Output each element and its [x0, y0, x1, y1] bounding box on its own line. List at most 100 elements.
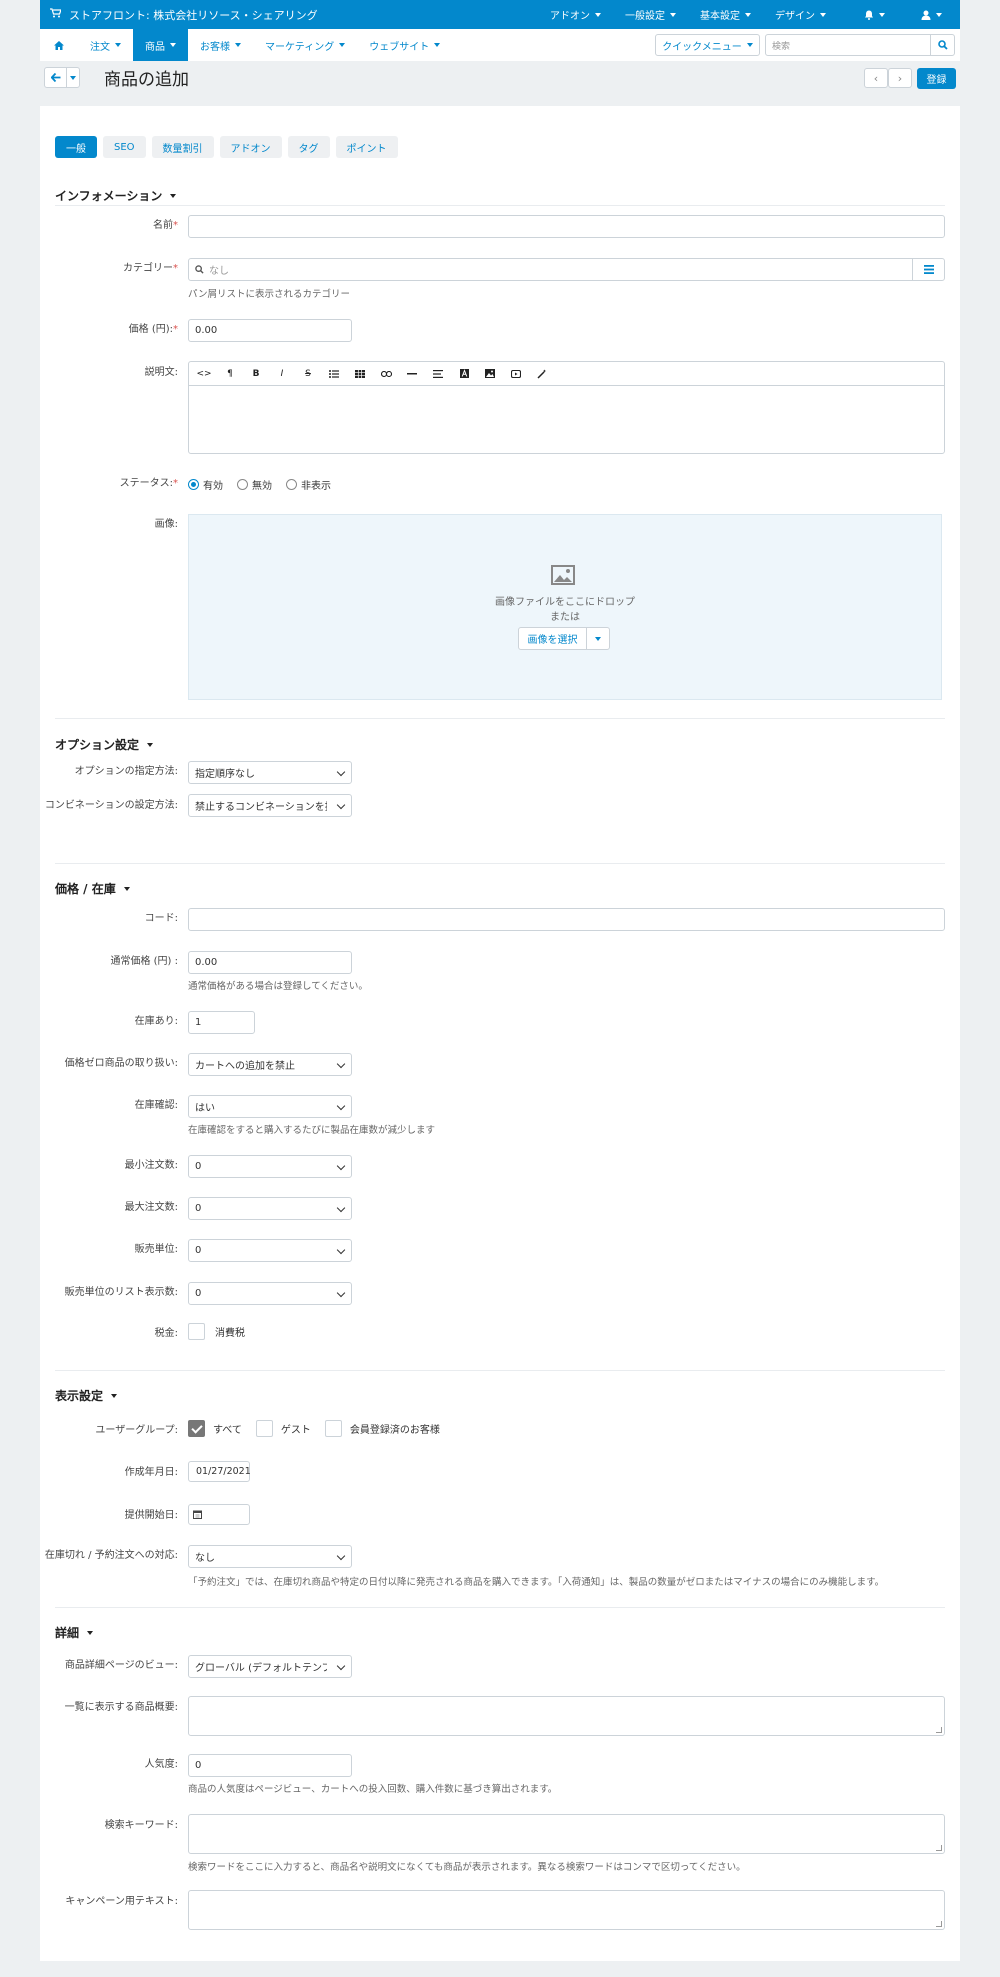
qty-step-select[interactable]: 0	[188, 1239, 352, 1262]
list-price-input[interactable]: 0.00	[188, 951, 352, 974]
chevron-down-icon	[936, 12, 942, 17]
in-stock-input[interactable]: 1	[188, 1011, 255, 1034]
nav-orders[interactable]: 注文	[78, 29, 133, 61]
status-active-radio[interactable]: 有効	[188, 477, 223, 492]
chevron-down-icon	[336, 800, 346, 810]
bullet-list-icon[interactable]	[323, 365, 345, 383]
quick-menu-button[interactable]: クイックメニュー	[655, 34, 760, 56]
bold-icon[interactable]: B	[245, 365, 267, 383]
drop-text: 画像ファイルをここにドロップ	[495, 597, 635, 608]
prev-button[interactable]: ‹	[864, 68, 888, 88]
out-of-stock-select[interactable]: なし	[188, 1545, 352, 1568]
next-button[interactable]: ›	[888, 68, 912, 88]
price-input[interactable]: 0.00	[188, 319, 352, 342]
link-icon[interactable]	[375, 365, 397, 383]
out-of-stock-hint: 「予約注文」では、在庫切れ商品や特定の日付以降に発売される商品を購入できます。「…	[188, 1577, 885, 1588]
topbar-basic-settings[interactable]: 基本設定	[688, 0, 763, 29]
popularity-input[interactable]: 0	[188, 1754, 352, 1777]
section-options-toggle[interactable]: オプション設定	[55, 736, 154, 753]
save-button[interactable]: 登録	[917, 68, 956, 89]
zero-price-select[interactable]: カートへの追加を禁止	[188, 1053, 352, 1076]
nav-website[interactable]: ウェブサイト	[357, 29, 452, 61]
topbar-general-settings[interactable]: 一般設定	[613, 0, 688, 29]
notifications-button[interactable]	[846, 0, 903, 29]
chevron-down-icon	[336, 1161, 346, 1171]
category-list-button[interactable]	[912, 259, 944, 280]
horizontal-rule-icon[interactable]	[401, 365, 423, 383]
align-icon[interactable]	[427, 365, 449, 383]
image-icon[interactable]	[479, 365, 501, 383]
paragraph-icon[interactable]: ¶	[219, 365, 241, 383]
resize-handle-icon[interactable]	[936, 1921, 942, 1927]
short-description-textarea[interactable]	[188, 1696, 945, 1736]
track-inventory-select[interactable]: はい	[188, 1095, 352, 1118]
status-hidden-radio[interactable]: 非表示	[286, 477, 331, 492]
combination-method-select[interactable]: 禁止するコンビネーションを指定	[188, 794, 352, 817]
tab-addons[interactable]: アドオン	[219, 136, 282, 158]
chevron-right-icon: ›	[897, 71, 903, 85]
chevron-down-icon	[336, 1101, 346, 1111]
max-qty-select[interactable]: 0	[188, 1197, 352, 1220]
image-dropzone[interactable]: 画像ファイルをここにドロップ または 画像を選択	[188, 514, 942, 700]
tab-seo[interactable]: SEO	[103, 136, 146, 158]
search-keywords-label: 検索キーワード:	[104, 1820, 178, 1831]
title-bar: 商品の追加 ‹ › 登録	[40, 61, 960, 97]
italic-icon[interactable]: I	[271, 365, 293, 383]
resize-handle-icon[interactable]	[936, 1727, 942, 1733]
strikethrough-icon[interactable]: S	[297, 365, 319, 383]
topbar-design[interactable]: デザイン	[763, 0, 846, 29]
table-icon[interactable]	[349, 365, 371, 383]
back-dropdown-button[interactable]	[67, 68, 79, 87]
chevron-left-icon: ‹	[873, 71, 879, 85]
option-method-select[interactable]: 指定順序なし	[188, 761, 352, 784]
section-display-toggle[interactable]: 表示設定	[55, 1387, 118, 1404]
nav-home[interactable]	[40, 29, 78, 61]
usergroup-all-checkbox[interactable]	[188, 1420, 205, 1437]
status-disabled-radio[interactable]: 無効	[237, 477, 272, 492]
video-icon[interactable]	[505, 365, 527, 383]
code-input[interactable]	[188, 908, 945, 931]
search-keywords-textarea[interactable]	[188, 1814, 945, 1854]
storefront-link[interactable]: ストアフロント: 株式会社リソース・シェアリング	[40, 7, 318, 23]
back-button[interactable]	[45, 68, 67, 87]
magic-wand-icon[interactable]	[531, 365, 553, 383]
tab-points[interactable]: ポイント	[335, 136, 398, 158]
section-details-toggle[interactable]: 詳細	[55, 1624, 94, 1641]
usergroup-registered-checkbox[interactable]	[324, 1420, 342, 1437]
list-qty-count-select[interactable]: 0	[188, 1282, 352, 1305]
details-view-select[interactable]: グローバル (デフォルトテンプレート)	[188, 1655, 352, 1678]
tab-tags[interactable]: タグ	[287, 136, 330, 158]
creation-date-label: 作成年月日:	[124, 1467, 178, 1478]
promo-text-textarea[interactable]	[188, 1890, 945, 1930]
name-input[interactable]	[188, 215, 945, 238]
tab-qty-discounts[interactable]: 数量割引	[151, 136, 214, 158]
code-view-icon[interactable]: <>	[193, 365, 215, 383]
chevron-down-icon	[147, 742, 154, 747]
nav-marketing[interactable]: マーケティング	[253, 29, 357, 61]
search-input[interactable]: 検索	[766, 35, 930, 55]
chevron-down-icon	[595, 12, 601, 17]
choose-image-dropdown[interactable]	[587, 628, 609, 649]
avail-since-label: 提供開始日:	[124, 1510, 178, 1521]
nav-customers[interactable]: お客様	[188, 29, 253, 61]
choose-image-button[interactable]: 画像を選択	[519, 628, 587, 649]
section-pricing-toggle[interactable]: 価格 / 在庫	[55, 880, 130, 897]
search-button[interactable]	[930, 35, 954, 55]
tax-checkbox[interactable]	[188, 1323, 205, 1340]
chevron-down-icon	[746, 43, 753, 47]
section-information-toggle[interactable]: インフォメーション	[55, 187, 177, 204]
avail-since-input[interactable]	[188, 1504, 250, 1525]
search-keywords-hint: 検索ワードをここに入力すると、商品名や説明文になくても商品が表示されます。異なる…	[188, 1862, 746, 1873]
creation-date-input[interactable]: 01/27/2021	[188, 1461, 251, 1482]
topbar-addons[interactable]: アドオン	[538, 0, 613, 29]
tab-general[interactable]: 一般	[55, 136, 97, 158]
nav-products[interactable]: 商品	[133, 29, 188, 61]
category-input[interactable]: なし	[189, 259, 912, 280]
divider	[55, 718, 945, 719]
user-menu-button[interactable]	[903, 0, 960, 29]
min-qty-select[interactable]: 0	[188, 1155, 352, 1178]
track-inventory-label: 在庫確認:	[134, 1100, 178, 1111]
resize-handle-icon[interactable]	[936, 1845, 942, 1851]
font-color-icon[interactable]	[453, 365, 475, 383]
usergroup-guest-checkbox[interactable]	[255, 1420, 273, 1437]
